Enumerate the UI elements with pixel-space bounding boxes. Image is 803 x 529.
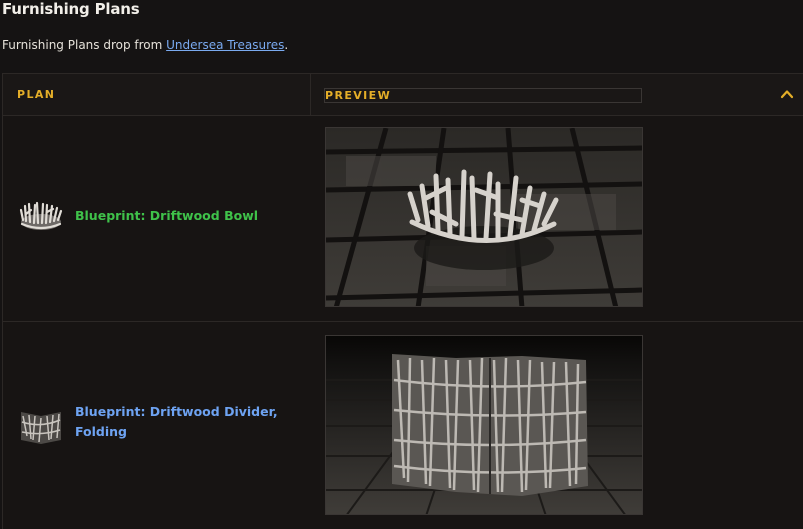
column-header-preview: PREVIEW [324,88,642,103]
intro-text: Furnishing Plans drop from Undersea Trea… [2,38,288,52]
intro-suffix: . [284,38,289,52]
table-row: Blueprint: Driftwood Divider, Folding [3,322,803,529]
chevron-up-icon[interactable] [779,86,795,102]
plan-name-driftwood-divider[interactable]: Blueprint: Driftwood Divider, Folding [75,402,285,442]
plans-table: PLAN PREVIEW Blueprint: Driftwood Bowl B… [2,73,803,529]
plan-name-driftwood-bowl[interactable]: Blueprint: Driftwood Bowl [75,206,285,226]
furnishing-plans-page: Furnishing Plans Furnishing Plans drop f… [0,0,803,529]
section-title: Furnishing Plans [2,0,140,18]
intro-prefix: Furnishing Plans drop from [2,38,167,52]
driftwood-bowl-preview [325,127,643,307]
driftwood-divider-icon [17,406,65,446]
column-header-plan: PLAN [17,88,56,101]
driftwood-bowl-icon [17,196,65,236]
table-header: PLAN PREVIEW [3,74,803,116]
table-row: Blueprint: Driftwood Bowl [3,116,803,322]
driftwood-divider-preview [325,335,643,515]
undersea-treasures-link[interactable]: Undersea Treasures [166,38,284,52]
